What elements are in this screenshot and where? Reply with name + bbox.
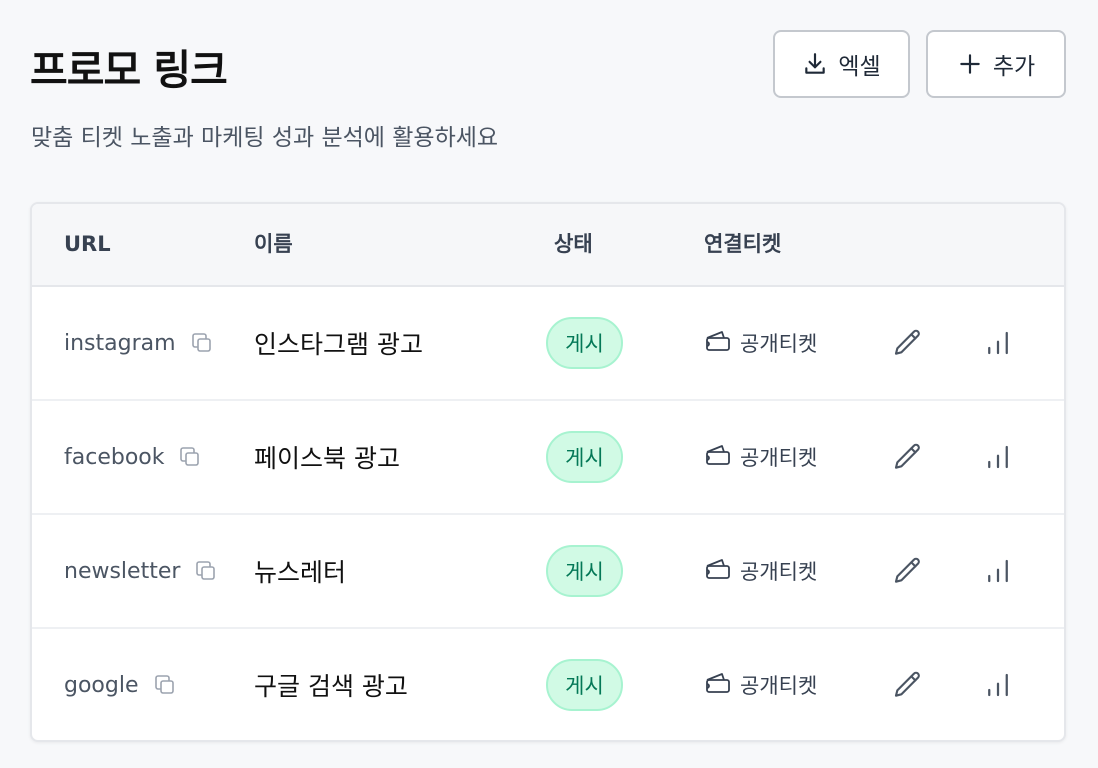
- linked-ticket: 공개티켓: [704, 515, 817, 627]
- column-header-status: 상태: [554, 232, 593, 256]
- table-row: google 구글 검색 광고 게시 공개티켓: [32, 629, 1064, 740]
- pencil-icon[interactable]: [890, 439, 926, 475]
- row-url: google: [64, 672, 139, 698]
- promo-links-page: 프로모 링크 맞춤 티켓 노출과 마케팅 성과 분석에 활용하세요 엑셀 추가 …: [0, 0, 1098, 768]
- ticket-icon: [704, 442, 732, 473]
- copy-icon[interactable]: [184, 325, 220, 361]
- ticket-label: 공개티켓: [740, 560, 818, 584]
- row-url: facebook: [64, 444, 165, 470]
- linked-ticket: 공개티켓: [704, 287, 817, 399]
- excel-button-label: 엑셀: [838, 54, 881, 80]
- promo-links-table: URL 이름 상태 연결티켓 instagram 인스타그램 광고 게시 공개티…: [30, 202, 1066, 742]
- pencil-icon[interactable]: [890, 553, 926, 589]
- add-button[interactable]: 추가: [926, 30, 1066, 98]
- bar-chart-icon[interactable]: [980, 325, 1016, 361]
- bar-chart-icon[interactable]: [980, 667, 1016, 703]
- row-url: instagram: [64, 330, 176, 356]
- bar-chart-icon[interactable]: [980, 439, 1016, 475]
- download-icon: [802, 51, 828, 77]
- status-badge: 게시: [546, 545, 623, 597]
- page-title: 프로모 링크: [30, 46, 228, 94]
- row-name: 인스타그램 광고: [254, 330, 423, 359]
- linked-ticket: 공개티켓: [704, 629, 818, 740]
- ticket-label: 공개티켓: [740, 446, 818, 470]
- row-name: 구글 검색 광고: [254, 672, 408, 701]
- copy-icon[interactable]: [172, 439, 208, 475]
- excel-export-button[interactable]: 엑셀: [773, 30, 910, 98]
- row-name: 페이스북 광고: [254, 444, 400, 473]
- plus-icon: [957, 51, 983, 77]
- linked-ticket: 공개티켓: [704, 401, 817, 513]
- ticket-icon: [704, 328, 732, 359]
- add-button-label: 추가: [992, 54, 1036, 80]
- table-row: instagram 인스타그램 광고 게시 공개티켓: [32, 287, 1064, 401]
- status-badge: 게시: [546, 431, 623, 483]
- column-header-ticket: 연결티켓: [704, 232, 782, 256]
- copy-icon[interactable]: [147, 667, 183, 703]
- status-badge: 게시: [546, 659, 623, 711]
- table-header: URL 이름 상태 연결티켓: [32, 204, 1064, 287]
- bar-chart-icon[interactable]: [980, 553, 1016, 589]
- ticket-label: 공개티켓: [740, 332, 818, 356]
- status-badge: 게시: [546, 317, 623, 369]
- ticket-icon: [704, 556, 732, 587]
- column-header-name: 이름: [254, 232, 293, 256]
- column-header-url: URL: [64, 232, 111, 256]
- pencil-icon[interactable]: [890, 325, 926, 361]
- copy-icon[interactable]: [188, 553, 224, 589]
- page-subtitle: 맞춤 티켓 노출과 마케팅 성과 분석에 활용하세요: [31, 125, 499, 151]
- pencil-icon[interactable]: [890, 667, 926, 703]
- row-name: 뉴스레터: [254, 558, 347, 587]
- ticket-label: 공개티켓: [740, 674, 818, 698]
- table-row: facebook 페이스북 광고 게시 공개티켓: [32, 401, 1064, 515]
- row-url: newsletter: [64, 558, 181, 584]
- ticket-icon: [704, 670, 732, 701]
- table-row: newsletter 뉴스레터 게시 공개티켓: [32, 515, 1064, 629]
